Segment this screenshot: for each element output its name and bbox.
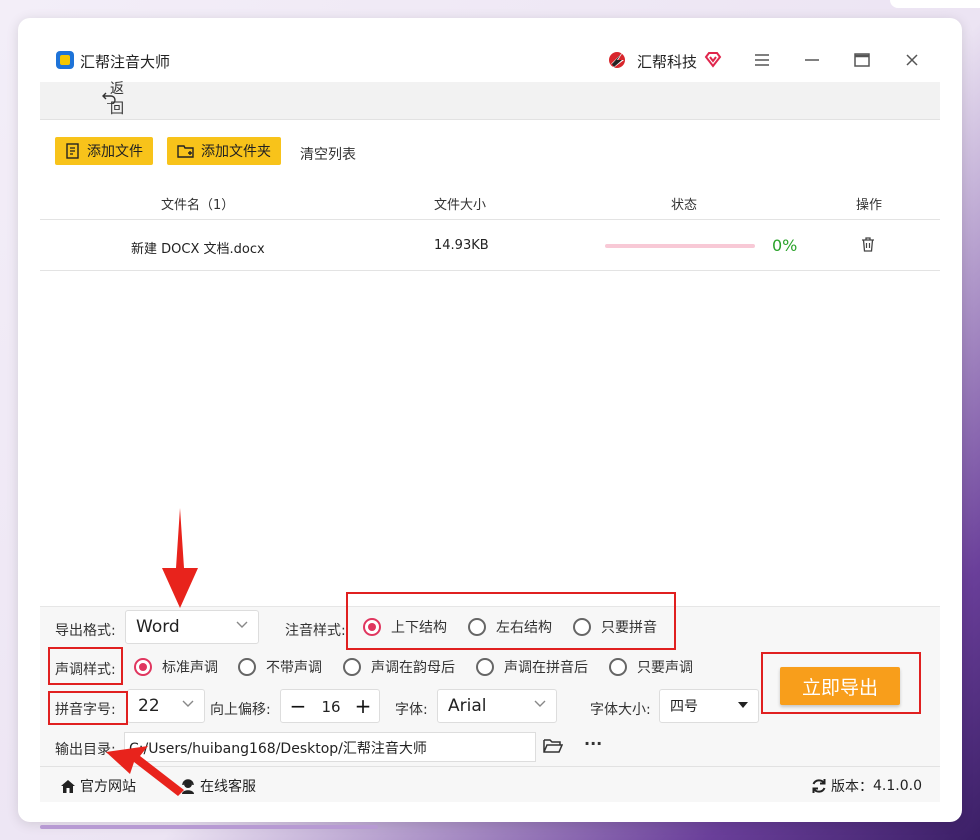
radio-dot <box>134 658 152 676</box>
radio-dot <box>238 658 256 676</box>
radio-dot <box>609 658 627 676</box>
menu-icon[interactable] <box>749 48 775 72</box>
folder-open-icon[interactable] <box>543 738 563 754</box>
heart-diamond-icon[interactable] <box>704 51 722 69</box>
app-title: 汇帮注音大师 <box>80 53 171 71</box>
maximize-icon[interactable] <box>849 48 875 72</box>
home-icon <box>61 779 75 793</box>
back-bar: 返回 <box>40 81 940 120</box>
red-arrow-down-icon <box>162 508 198 608</box>
radio-label: 不带声调 <box>266 660 322 676</box>
add-folder-label: 添加文件夹 <box>201 144 271 160</box>
back-label: 返回 <box>110 81 130 117</box>
annotation-box-pinyin-size <box>48 691 128 725</box>
back-button[interactable]: 返回 <box>102 81 124 117</box>
chevron-down-icon <box>534 700 546 707</box>
progress-percent: 0% <box>772 236 798 255</box>
annotation-box-style <box>346 592 676 650</box>
radio-label: 标准声调 <box>162 660 218 676</box>
radio-tone-none[interactable]: 不带声调 <box>238 657 322 677</box>
radio-label: 只要声调 <box>637 660 693 676</box>
export-format-select[interactable]: Word <box>125 610 259 644</box>
brand-logo-icon <box>609 52 625 69</box>
add-folder-button[interactable]: 添加文件夹 <box>167 137 281 165</box>
title-bar: 汇帮注音大师 汇帮科技 <box>40 38 940 82</box>
pinyin-size-select[interactable]: 22 <box>127 689 205 723</box>
background-tab <box>890 0 980 8</box>
red-arrow-up-left-icon <box>106 746 184 796</box>
font-size-select[interactable]: 四号 <box>659 689 759 723</box>
font-size-label: 字体大小: <box>590 702 651 718</box>
col-filename: 文件名（1） <box>161 198 235 213</box>
support-label: 在线客服 <box>200 779 256 795</box>
trash-icon[interactable] <box>860 236 876 253</box>
offset-label: 向上偏移: <box>210 702 271 718</box>
radio-tone-after-pinyin[interactable]: 声调在拼音后 <box>476 657 588 677</box>
export-format-label: 导出格式: <box>55 623 116 639</box>
progress-bar <box>605 244 755 248</box>
radio-label: 声调在韵母后 <box>371 660 455 676</box>
increment-button[interactable]: + <box>350 693 376 719</box>
font-value: Arial <box>448 696 487 716</box>
caret-down-icon <box>738 702 748 708</box>
table-row[interactable]: 新建 DOCX 文档.docx 14.93KB 0% <box>40 221 940 271</box>
minimize-icon[interactable] <box>799 48 825 72</box>
font-label: 字体: <box>395 702 428 718</box>
support-link[interactable]: 在线客服 <box>180 776 256 796</box>
radio-tone-after-vowel[interactable]: 声调在韵母后 <box>343 657 455 677</box>
row-filename: 新建 DOCX 文档.docx <box>131 242 265 257</box>
version-info: 版本： 4.1.0.0 <box>811 776 922 796</box>
annotation-box-export <box>761 652 921 714</box>
version-number: 4.1.0.0 <box>873 778 922 794</box>
add-folder-icon <box>177 145 194 158</box>
add-file-icon <box>66 143 79 159</box>
col-status: 状态 <box>671 198 698 213</box>
more-options-button[interactable]: ··· <box>584 734 602 753</box>
add-file-label: 添加文件 <box>87 144 143 160</box>
table-header: 文件名（1） 文件大小 状态 操作 <box>40 184 940 220</box>
add-file-button[interactable]: 添加文件 <box>55 137 153 165</box>
offset-stepper: − 16 + <box>280 689 380 723</box>
refresh-icon <box>812 779 826 793</box>
radio-label: 声调在拼音后 <box>504 660 588 676</box>
chevron-down-icon <box>182 700 194 707</box>
radio-dot <box>476 658 494 676</box>
row-size: 14.93KB <box>434 238 489 253</box>
radio-dot <box>343 658 361 676</box>
version-label: 版本： <box>831 779 873 795</box>
app-logo-icon <box>56 51 74 69</box>
annotation-box-tone <box>48 647 123 685</box>
radio-tone-standard[interactable]: 标准声调 <box>134 657 218 677</box>
taskbar-strip <box>40 825 378 829</box>
close-icon[interactable] <box>899 48 925 72</box>
annotation-style-label: 注音样式: <box>285 623 346 639</box>
font-select[interactable]: Arial <box>437 689 557 723</box>
col-size: 文件大小 <box>434 198 487 213</box>
font-size-value: 四号 <box>670 699 698 715</box>
brand-name: 汇帮科技 <box>637 53 698 71</box>
chevron-down-icon <box>236 621 248 628</box>
export-format-value: Word <box>136 617 180 637</box>
clear-list-button[interactable]: 清空列表 <box>300 144 356 164</box>
pinyin-size-value: 22 <box>138 696 160 716</box>
radio-tone-only[interactable]: 只要声调 <box>609 657 693 677</box>
col-action: 操作 <box>856 198 883 213</box>
